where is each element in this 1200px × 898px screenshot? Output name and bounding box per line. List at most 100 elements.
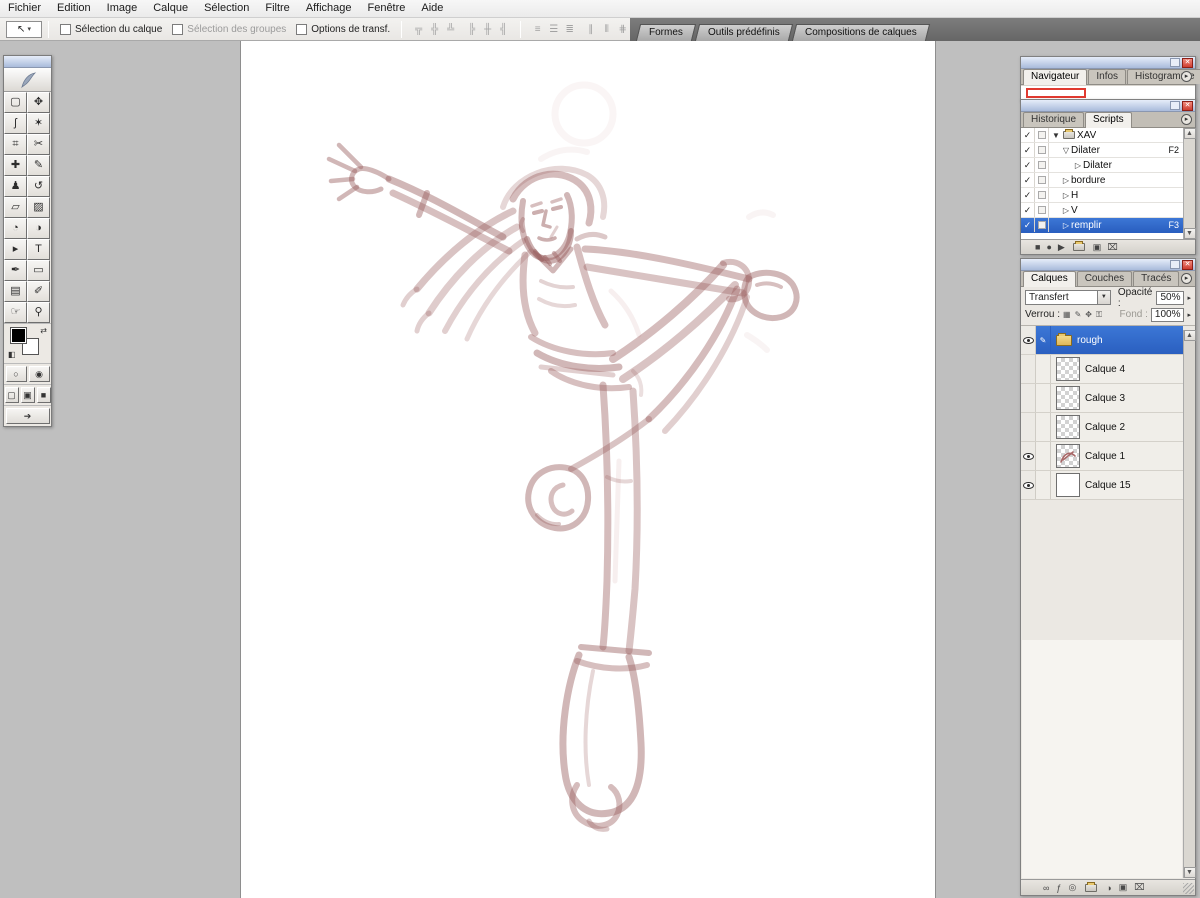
- blend-mode-select[interactable]: Transfert ▼: [1025, 290, 1111, 305]
- photoshop-feather-logo[interactable]: [4, 68, 51, 92]
- scroll-down-icon[interactable]: ▼: [1183, 228, 1196, 239]
- document-canvas[interactable]: [240, 41, 936, 898]
- layer-thumbnail[interactable]: [1056, 415, 1080, 439]
- scroll-up-icon[interactable]: ▲: [1183, 128, 1196, 139]
- layers-titlebar[interactable]: ✕: [1021, 259, 1195, 271]
- lock-position-icon[interactable]: ✥: [1085, 310, 1092, 319]
- panel-menu-icon[interactable]: ▸: [1181, 114, 1192, 125]
- delete-layer-icon[interactable]: ⌧: [1134, 882, 1144, 893]
- distribute-bottom-icon[interactable]: ≣: [563, 24, 576, 35]
- scroll-down-icon[interactable]: ▼: [1183, 867, 1196, 878]
- jump-to-imageready-button[interactable]: ➔: [5, 408, 50, 424]
- shape-tool[interactable]: ▭: [27, 260, 50, 281]
- rectangular-marquee-tool[interactable]: ▢: [4, 92, 27, 113]
- menu-image[interactable]: Image: [99, 1, 146, 16]
- layer-name[interactable]: Calque 4: [1085, 364, 1125, 375]
- magic-wand-tool[interactable]: ✶: [27, 113, 50, 134]
- close-icon[interactable]: ✕: [1182, 259, 1193, 270]
- history-brush-tool[interactable]: ↺: [27, 176, 50, 197]
- tool-preset-picker[interactable]: ↖ ▾: [6, 20, 42, 38]
- link-column[interactable]: [1036, 355, 1051, 383]
- new-action-icon[interactable]: ▣: [1093, 242, 1102, 253]
- visibility-toggle[interactable]: [1021, 471, 1036, 499]
- expand-triangle-icon[interactable]: ▷: [1061, 191, 1071, 200]
- minimize-icon[interactable]: [1170, 101, 1180, 110]
- tab-calques[interactable]: Calques: [1023, 271, 1076, 287]
- panel-menu-icon[interactable]: ▸: [1181, 273, 1192, 284]
- tab-infos[interactable]: Infos: [1088, 69, 1127, 84]
- action-row-remplir[interactable]: ✓ ▷ remplir F3: [1021, 218, 1183, 233]
- action-dialog-toggle[interactable]: [1035, 128, 1049, 142]
- close-icon[interactable]: ✕: [1182, 57, 1193, 68]
- layer-name[interactable]: Calque 3: [1085, 393, 1125, 404]
- action-check[interactable]: ✓: [1021, 203, 1035, 217]
- healing-brush-tool[interactable]: ✚: [4, 155, 27, 176]
- menu-filtre[interactable]: Filtre: [257, 1, 297, 16]
- lock-pixels-icon[interactable]: ✎: [1075, 310, 1082, 319]
- expand-triangle-icon[interactable]: ▷: [1061, 176, 1071, 185]
- align-vcenter-icon[interactable]: ╬: [428, 24, 441, 35]
- distribute-hcenter-icon[interactable]: ⫴: [600, 24, 613, 35]
- actions-scrollbar[interactable]: ▲ ▼: [1183, 128, 1196, 239]
- action-dialog-toggle[interactable]: [1035, 173, 1049, 187]
- action-row-h[interactable]: ✓ ▷ H: [1021, 188, 1183, 203]
- layer-thumbnail[interactable]: [1056, 357, 1080, 381]
- expand-triangle-icon[interactable]: ▷: [1061, 206, 1071, 215]
- path-selection-tool[interactable]: ▸: [4, 239, 27, 260]
- action-check[interactable]: ✓: [1021, 173, 1035, 187]
- checkbox-selection-groupes[interactable]: Sélection des groupes: [172, 23, 286, 35]
- opacity-spinner-icon[interactable]: ▸: [1187, 294, 1191, 302]
- align-hcenter-icon[interactable]: ╫: [481, 24, 494, 35]
- slice-tool[interactable]: ✂: [27, 134, 50, 155]
- new-group-icon[interactable]: [1085, 881, 1098, 892]
- expand-triangle-icon[interactable]: ▷: [1073, 161, 1083, 170]
- align-bottom-icon[interactable]: ╩: [444, 24, 457, 35]
- distribute-left-icon[interactable]: ∥: [584, 24, 597, 35]
- lasso-tool[interactable]: ʃ: [4, 113, 27, 134]
- visibility-toggle[interactable]: [1021, 384, 1036, 412]
- expand-triangle-icon[interactable]: ▽: [1061, 146, 1071, 155]
- fullscreen-menubar-button[interactable]: ▣: [20, 387, 35, 403]
- action-row-dilater[interactable]: ✓ ▽ Dilater F2: [1021, 143, 1183, 158]
- panel-menu-icon[interactable]: ▸: [1181, 71, 1192, 82]
- tab-couches[interactable]: Couches: [1076, 271, 1133, 286]
- fill-spinner-icon[interactable]: ▸: [1187, 311, 1191, 319]
- navigator-preview[interactable]: [1021, 85, 1195, 100]
- layer-mask-icon[interactable]: ◎: [1068, 882, 1076, 893]
- actions-titlebar[interactable]: ✕: [1021, 100, 1195, 112]
- checkbox-box[interactable]: [60, 23, 71, 35]
- layer-name[interactable]: Calque 15: [1085, 480, 1131, 491]
- brush-tool[interactable]: ✎: [27, 155, 50, 176]
- swap-colors-icon[interactable]: ⇄: [40, 326, 47, 335]
- foreground-color-swatch[interactable]: [10, 327, 27, 344]
- align-left-icon[interactable]: ╠: [465, 24, 478, 35]
- action-row-v[interactable]: ✓ ▷ V: [1021, 203, 1183, 218]
- default-colors-icon[interactable]: ◧: [8, 350, 16, 359]
- blur-tool[interactable]: ◔: [4, 218, 27, 239]
- lock-transparency-icon[interactable]: ▦: [1063, 310, 1071, 319]
- layer-name[interactable]: Calque 2: [1085, 422, 1125, 433]
- stop-icon[interactable]: ■: [1035, 242, 1040, 252]
- layer-thumbnail[interactable]: [1056, 444, 1080, 468]
- layer-thumbnail[interactable]: [1056, 473, 1080, 497]
- menu-aide[interactable]: Aide: [413, 1, 451, 16]
- gradient-tool[interactable]: ▨: [27, 197, 50, 218]
- link-column[interactable]: [1036, 442, 1051, 470]
- layer-row-calque1[interactable]: Calque 1: [1021, 442, 1183, 471]
- play-icon[interactable]: ▶: [1058, 242, 1065, 253]
- action-dialog-toggle[interactable]: [1035, 203, 1049, 217]
- tab-outils-predefinis[interactable]: Outils prédéfinis: [694, 24, 793, 41]
- link-column[interactable]: [1036, 471, 1051, 499]
- distribute-top-icon[interactable]: ≡: [531, 24, 544, 35]
- layer-row-calque3[interactable]: Calque 3: [1021, 384, 1183, 413]
- action-check[interactable]: ✓: [1021, 158, 1035, 172]
- visibility-toggle[interactable]: [1021, 413, 1036, 441]
- tab-historique[interactable]: Historique: [1023, 112, 1085, 127]
- toolbox-titlebar[interactable]: [4, 56, 51, 68]
- action-dialog-toggle[interactable]: [1035, 158, 1049, 172]
- fullscreen-button[interactable]: ■: [36, 387, 51, 403]
- action-check[interactable]: ✓: [1021, 218, 1035, 232]
- menu-fichier[interactable]: Fichier: [0, 1, 49, 16]
- tab-navigateur[interactable]: Navigateur: [1023, 69, 1088, 85]
- link-column[interactable]: [1036, 384, 1051, 412]
